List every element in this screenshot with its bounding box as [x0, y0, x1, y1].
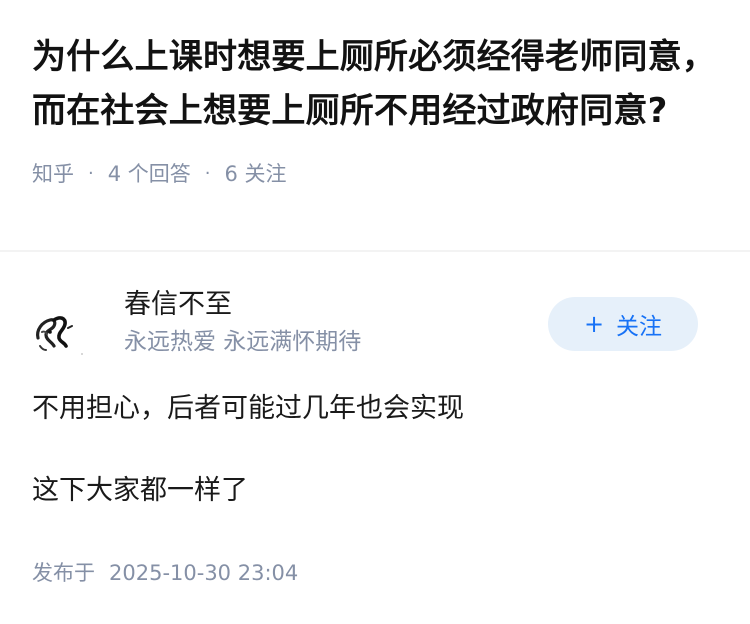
answer-card: 春信不至 永远热爱 永远满怀期待 + 关注 不用担心，后者可能过几年也会实现 这… — [32, 280, 698, 552]
author-row: 春信不至 永远热爱 永远满怀期待 + 关注 — [32, 280, 698, 370]
plus-icon: + — [583, 310, 605, 338]
author-name[interactable]: 春信不至 — [124, 286, 361, 324]
question-meta: 知乎 · 4 个回答 · 6 关注 — [32, 158, 718, 188]
answer-paragraph: 不用担心，后者可能过几年也会实现 — [32, 393, 464, 424]
ink-sketch-avatar-icon[interactable] — [32, 302, 92, 362]
answers-count[interactable]: 4 个回答 — [108, 158, 191, 188]
source-label[interactable]: 知乎 — [32, 158, 74, 188]
answer-paragraph: 这下大家都一样了 — [32, 475, 248, 506]
author-info: 春信不至 永远热爱 永远满怀期待 — [124, 280, 361, 359]
meta-separator: · — [204, 162, 211, 184]
follow-button-label: 关注 — [616, 314, 663, 340]
question-title[interactable]: 为什么上课时想要上厕所必须经得老师同意，而在社会上想要上厕所不用经过政府同意? — [32, 30, 718, 138]
publish-label: 发布于 — [32, 561, 95, 585]
answer-content: 不用担心，后者可能过几年也会实现 这下大家都一样了 — [32, 388, 698, 512]
followers-count: 6 关注 — [224, 162, 287, 186]
author-bio: 永远热爱 永远满怀期待 — [124, 329, 362, 355]
section-divider — [0, 250, 750, 252]
question-header: 为什么上课时想要上厕所必须经得老师同意，而在社会上想要上厕所不用经过政府同意? … — [0, 0, 750, 188]
follow-button[interactable]: + 关注 — [548, 297, 698, 351]
meta-separator: · — [88, 162, 94, 184]
publish-time: 2025-10-30 23:04 — [109, 561, 299, 585]
publish-info: 发布于 2025-10-30 23:04 — [32, 558, 298, 588]
